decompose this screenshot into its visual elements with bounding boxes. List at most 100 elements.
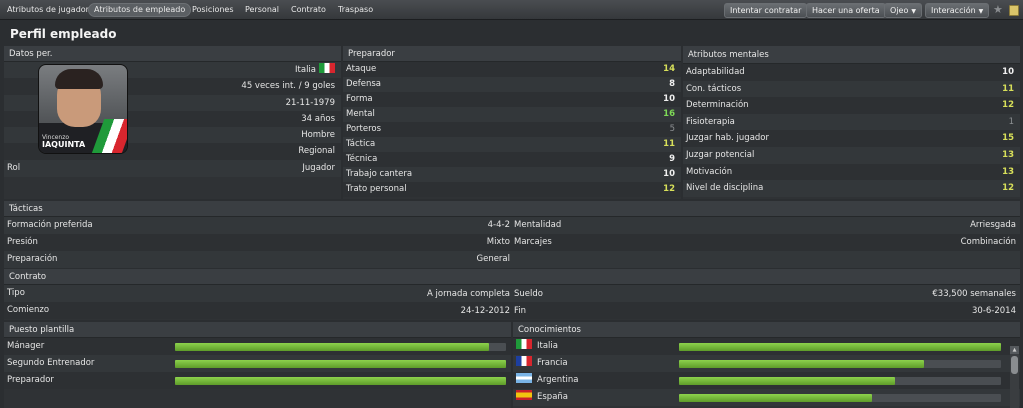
attribute-value: 10 — [663, 94, 675, 104]
pressure-value: Mixto — [486, 237, 510, 247]
type-value: A jornada completa — [426, 289, 510, 299]
tactics-row-2: Presión — [4, 234, 1020, 251]
last-name: IAQUINTA — [42, 140, 86, 149]
star-icon[interactable]: ★ — [993, 3, 1003, 16]
level-bar — [175, 343, 506, 351]
attribute-row: Con. tácticos 11 — [683, 80, 1020, 98]
tab-player-attributes[interactable]: Atributos de jugador — [2, 3, 94, 17]
es-flag-icon — [516, 390, 532, 400]
attribute-row: Juzgar potencial 13 — [683, 146, 1020, 164]
level-bar — [175, 377, 506, 385]
attribute-row: Fisioterapia 1 — [683, 113, 1020, 131]
attribute-row: Trato personal 12 — [343, 182, 681, 197]
level-bar-fill — [679, 360, 924, 368]
attribute-row: Mental 16 — [343, 107, 681, 122]
tab-personal[interactable]: Personal — [240, 3, 284, 17]
tab-positions[interactable]: Posiciones — [187, 3, 239, 17]
mental-attributes-panel: Atributos mentales Adaptabilidad 10 Con. t… — [683, 46, 1020, 199]
language-row: Francia — [513, 355, 1020, 372]
interaction-dropdown[interactable]: Interacción ▼ — [925, 3, 990, 18]
language-label: Francia — [537, 358, 568, 368]
knowledge-scrollbar[interactable]: ▲ — [1010, 346, 1019, 408]
level-bar — [679, 343, 1001, 351]
attribute-label: Porteros — [346, 124, 382, 134]
level-bar-fill — [679, 394, 873, 402]
role-label: Rol — [7, 162, 21, 173]
salary-label: Sueldo — [514, 289, 543, 299]
language-label: España — [537, 392, 568, 402]
attribute-value: 9 — [669, 154, 675, 164]
notes-icon[interactable] — [1009, 5, 1019, 16]
role-label: Segundo Entrenador — [7, 358, 95, 368]
start-label: Comienzo — [7, 305, 50, 315]
photo-hair — [55, 69, 103, 89]
panel-header: Preparador — [343, 46, 681, 62]
attribute-label: Fisioterapia — [686, 116, 735, 127]
italy-flag-icon — [319, 63, 335, 73]
scroll-thumb[interactable] — [1011, 356, 1018, 374]
level-bar — [679, 394, 1001, 402]
attribute-value: 13 — [1002, 149, 1014, 160]
level-bar-fill — [679, 343, 1001, 351]
attribute-value: 5 — [669, 124, 675, 134]
top-bar: Atributos de jugador Atributos de emplea… — [0, 0, 1023, 20]
staff-photo: Vincenzo IAQUINTA — [38, 64, 128, 154]
attribute-value: 1 — [1008, 116, 1014, 127]
make-offer-button[interactable]: Hacer una oferta — [806, 3, 886, 18]
tab-contract[interactable]: Contrato — [286, 3, 331, 17]
mentality-label: Mentalidad — [514, 220, 562, 230]
salary-value: €33,500 semanales — [932, 289, 1016, 299]
attribute-value: 11 — [663, 139, 675, 149]
attribute-label: Juzgar potencial — [686, 149, 755, 160]
attribute-label: Motivación — [686, 166, 733, 177]
language-label: Argentina — [537, 375, 579, 385]
scroll-up-icon[interactable]: ▲ — [1010, 346, 1019, 354]
marking-label: Marcajes — [514, 237, 552, 247]
tactics-panel: Tácticas Formación preferida Presión Pre… — [4, 201, 1020, 268]
role-label: Mánager — [7, 341, 45, 351]
language-row: Italia — [513, 338, 1020, 355]
contract-panel: Contrato Tipo Comienzo A jornada complet… — [4, 269, 1020, 320]
panel-header: Conocimientos — [513, 322, 1020, 338]
chevron-down-icon: ▼ — [911, 8, 916, 15]
panel-header: Contrato — [4, 269, 1020, 285]
knowledge-panel: Conocimientos Italia Francia Argentina Espa… — [513, 322, 1020, 408]
panel-header: Tácticas — [4, 201, 1020, 217]
attribute-label: Determinación — [686, 100, 749, 111]
attribute-label: Mental — [346, 109, 375, 119]
attribute-row: Ataque 14 — [343, 62, 681, 77]
try-hire-button[interactable]: Intentar contratar — [724, 3, 808, 18]
prep-value: General — [476, 254, 511, 264]
tab-staff-attributes[interactable]: Atributos de empleado — [88, 3, 192, 17]
attribute-row: Técnica 9 — [343, 152, 681, 167]
tab-transfer[interactable]: Traspaso — [333, 3, 378, 17]
level-bar-fill — [175, 343, 490, 351]
role-row: Rol Jugador — [4, 159, 341, 177]
level-bar-fill — [175, 377, 506, 385]
attribute-label: Adaptabilidad — [686, 67, 745, 77]
formation-label: Formación preferida — [7, 220, 93, 230]
contract-row-2: Comienzo — [4, 302, 1020, 319]
nationality-value: Italia — [295, 65, 316, 75]
attribute-label: Técnica — [346, 154, 378, 164]
attribute-row: Motivación 13 — [683, 163, 1020, 181]
attribute-label: Táctica — [346, 139, 376, 149]
language-row: España — [513, 389, 1020, 406]
attribute-row: Nivel de disciplina 12 — [683, 180, 1020, 197]
attribute-label: Juzgar hab. jugador — [686, 133, 769, 144]
pressure-label: Presión — [7, 237, 38, 247]
scout-dropdown[interactable]: Ojeo ▼ — [884, 3, 922, 18]
attribute-row: Trabajo cantera 10 — [343, 167, 681, 182]
formation-value: 4-4-2 — [487, 220, 510, 230]
scout-label: Ojeo — [890, 6, 909, 15]
attribute-row: Táctica 11 — [343, 137, 681, 152]
attribute-row: Forma 10 — [343, 92, 681, 107]
role-row: Mánager — [4, 338, 511, 355]
mentality-value: Arriesgada — [970, 220, 1016, 230]
attribute-label: Ataque — [346, 64, 377, 74]
attribute-label: Trabajo cantera — [346, 169, 413, 179]
attribute-value: 10 — [663, 169, 675, 179]
attribute-value: 11 — [1002, 83, 1014, 94]
level-bar — [679, 377, 1001, 385]
role-label: Preparador — [7, 375, 54, 385]
